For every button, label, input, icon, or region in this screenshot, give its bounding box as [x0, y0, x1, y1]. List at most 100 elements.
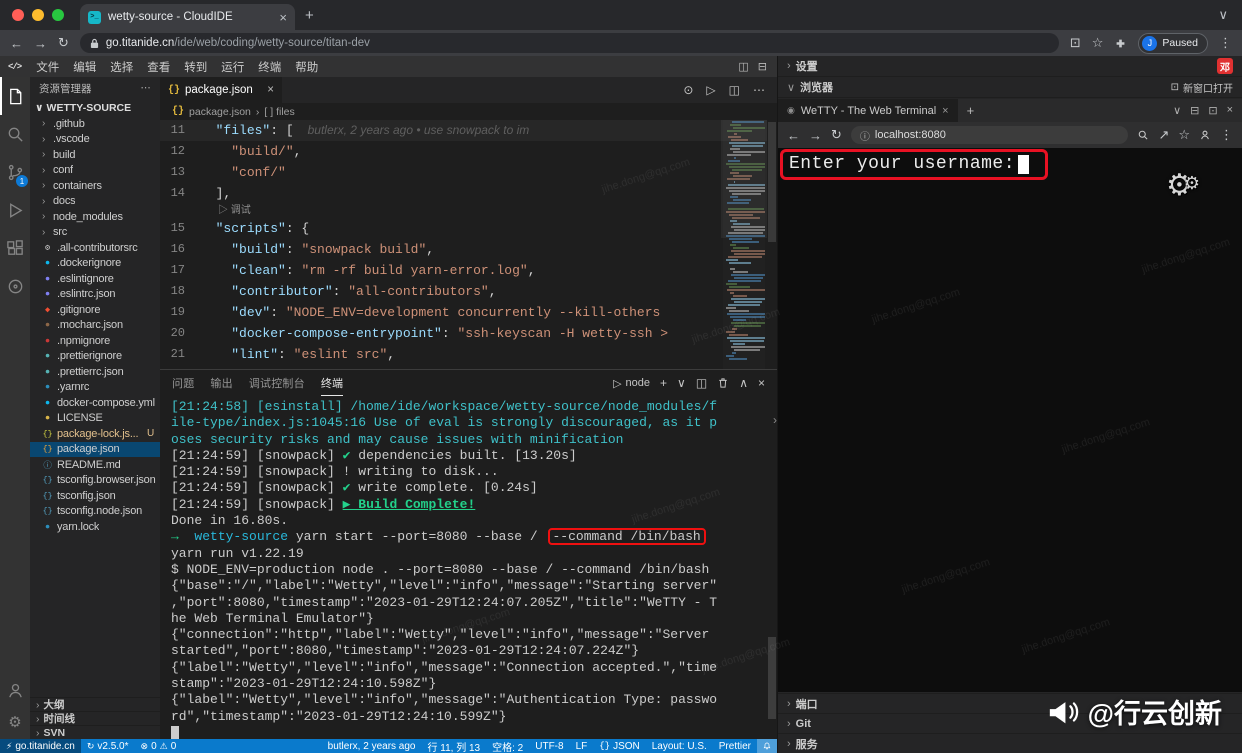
- search-icon[interactable]: [0, 115, 30, 153]
- zoom-window-button[interactable]: [52, 9, 64, 21]
- tree-folder-node_modules[interactable]: › node_modules: [30, 209, 160, 225]
- webview-menu-icon[interactable]: ⋮: [1220, 127, 1233, 143]
- new-terminal-icon[interactable]: +: [660, 376, 667, 390]
- workspace-section-header[interactable]: ∨ WETTY-SOURCE: [30, 99, 160, 116]
- tree-file-.prettierignore[interactable]: ● .prettierignore: [30, 349, 160, 365]
- minimize-window-button[interactable]: [32, 9, 44, 21]
- remote-workspace-icon[interactable]: [0, 267, 30, 305]
- version-status[interactable]: ↻ v2.5.0*: [81, 739, 135, 753]
- tree-file-tsconfig.json[interactable]: {} tsconfig.json: [30, 488, 160, 504]
- webview-reload-icon[interactable]: ↻: [831, 127, 842, 143]
- browser-menu-icon[interactable]: ⋮: [1219, 35, 1232, 51]
- reload-icon[interactable]: ↻: [58, 35, 69, 51]
- maximize-panel-icon[interactable]: ∧: [739, 376, 748, 390]
- remote-indicator[interactable]: ⚡ go.titanide.cn: [0, 739, 81, 753]
- panel-tab-调试控制台[interactable]: 调试控制台: [249, 371, 305, 396]
- tree-file-.dockerignore[interactable]: ● .dockerignore: [30, 256, 160, 272]
- formatter-status[interactable]: Prettier: [713, 739, 757, 753]
- browser-section-header[interactable]: ∨ 浏览器 ⊡ 新窗口打开: [778, 77, 1242, 98]
- cursor-position-status[interactable]: 行 11, 列 13: [421, 739, 486, 753]
- tree-file-.yarnrc[interactable]: ● .yarnrc: [30, 380, 160, 396]
- webview-dropdown-icon[interactable]: ∨: [1173, 104, 1181, 117]
- tree-folder-.github[interactable]: › .github: [30, 116, 160, 132]
- panel-tab-输出[interactable]: 输出: [210, 371, 232, 396]
- tree-file-.eslintignore[interactable]: ● .eslintignore: [30, 271, 160, 287]
- panel-tab-问题[interactable]: 问题: [172, 371, 194, 396]
- bookmark-star-icon[interactable]: ☆: [1092, 35, 1104, 51]
- webview-back-icon[interactable]: ←: [787, 128, 800, 143]
- new-tab-button[interactable]: +: [305, 7, 314, 24]
- panel-section-服务[interactable]: › 服务: [778, 733, 1242, 753]
- eol-status[interactable]: LF: [570, 739, 594, 753]
- language-status[interactable]: {} JSON: [593, 739, 645, 753]
- extensions-puzzle-icon[interactable]: [1114, 37, 1127, 50]
- editor-more-icon[interactable]: ⋯: [753, 83, 765, 97]
- run-debug-icon[interactable]: [0, 191, 30, 229]
- kill-terminal-trash-icon[interactable]: [717, 377, 729, 389]
- forward-icon[interactable]: →: [34, 36, 47, 51]
- save-page-icon[interactable]: ⊡: [1070, 35, 1081, 51]
- tree-file-LICENSE[interactable]: ● LICENSE: [30, 411, 160, 427]
- tree-file-.all-contributorsrc[interactable]: ⚙ .all-contributorsrc: [30, 240, 160, 256]
- editor-tab-package-json[interactable]: {} package.json ×: [160, 77, 282, 103]
- menu-item-文件[interactable]: 文件: [29, 59, 66, 75]
- tree-file-.gitignore[interactable]: ◆ .gitignore: [30, 302, 160, 318]
- problems-status[interactable]: ⊗ 0 ⚠ 0: [135, 739, 183, 753]
- sidebar-section-SVN[interactable]: › SVN: [30, 725, 160, 739]
- menu-item-查看[interactable]: 查看: [140, 59, 177, 75]
- webview-share-icon[interactable]: ↗: [1158, 127, 1169, 143]
- tree-file-.prettierrc.json[interactable]: ● .prettierrc.json: [30, 364, 160, 380]
- layout-status[interactable]: Layout: U.S.: [646, 739, 713, 753]
- notifications-bell[interactable]: [757, 739, 777, 753]
- tree-file-package.json[interactable]: {} package.json: [30, 441, 160, 457]
- menu-item-选择[interactable]: 选择: [103, 59, 140, 75]
- webview-zoom-icon[interactable]: [1137, 129, 1149, 141]
- explorer-more-icon[interactable]: ⋯: [141, 82, 152, 94]
- panel-tab-终端[interactable]: 终端: [320, 371, 344, 396]
- tree-file-.eslintrc.json[interactable]: ● .eslintrc.json: [30, 287, 160, 303]
- open-new-window-button[interactable]: ⊡ 新窗口打开: [1171, 80, 1233, 95]
- menu-item-运行[interactable]: 运行: [214, 59, 251, 75]
- run-file-icon[interactable]: ▷: [706, 83, 715, 97]
- close-window-button[interactable]: [12, 9, 24, 21]
- code-area[interactable]: 11 "files": [butlerx, 2 years ago • use …: [160, 120, 767, 369]
- editor-scrollbar[interactable]: [767, 120, 777, 369]
- encoding-status[interactable]: UTF-8: [529, 739, 569, 753]
- accounts-icon[interactable]: [0, 671, 30, 709]
- tree-folder-.vscode[interactable]: › .vscode: [30, 132, 160, 148]
- webview-address-bar[interactable]: ⓘ localhost:8080: [850, 126, 1129, 144]
- launch-profile-button[interactable]: ▷ node: [613, 377, 650, 390]
- breadcrumb[interactable]: {} package.json › [ ] files: [160, 103, 777, 120]
- minimap[interactable]: [723, 120, 765, 369]
- tree-folder-build[interactable]: › build: [30, 147, 160, 163]
- tree-file-yarn.lock[interactable]: ● yarn.lock: [30, 519, 160, 535]
- layout-panel-icon[interactable]: ◫: [738, 60, 748, 73]
- indentation-status[interactable]: 空格: 2: [486, 739, 529, 753]
- tree-file-package-lock.js...[interactable]: {} package-lock.js... U: [30, 426, 160, 442]
- webview-new-tab-icon[interactable]: +: [967, 103, 975, 118]
- webview-close-icon[interactable]: ×: [1227, 104, 1233, 117]
- back-icon[interactable]: ←: [10, 36, 23, 51]
- sidebar-section-时间线[interactable]: › 时间线: [30, 711, 160, 725]
- close-panel-icon[interactable]: ×: [758, 376, 765, 390]
- terminal-scrollbar-thumb[interactable]: [768, 637, 776, 719]
- tab-search-icon[interactable]: ∨: [1218, 7, 1228, 23]
- terminal[interactable]: [21:24:58] [esinstall] /home/ide/workspa…: [160, 396, 767, 739]
- browser-tab[interactable]: >_ wetty-source - CloudIDE ×: [80, 4, 295, 30]
- menu-item-转到[interactable]: 转到: [177, 59, 214, 75]
- webview-forward-icon[interactable]: →: [809, 128, 822, 143]
- close-webview-tab-icon[interactable]: ×: [942, 105, 948, 117]
- profile-button[interactable]: J Paused: [1138, 32, 1208, 54]
- split-editor-icon[interactable]: ◫: [729, 83, 740, 97]
- split-terminal-icon[interactable]: ◫: [696, 376, 707, 390]
- codelens-debug[interactable]: ▷ 调试: [160, 204, 767, 218]
- tree-folder-conf[interactable]: › conf: [30, 163, 160, 179]
- menu-item-终端[interactable]: 终端: [251, 59, 288, 75]
- blame-status[interactable]: butlerx, 2 years ago: [322, 739, 422, 753]
- user-badge[interactable]: 邓: [1217, 58, 1233, 74]
- extensions-icon[interactable]: [0, 229, 30, 267]
- open-changes-icon[interactable]: ⊙: [683, 83, 693, 97]
- tree-file-README.md[interactable]: ⓘ README.md: [30, 457, 160, 473]
- webview-tab[interactable]: ◉ WeTTY - The Web Terminal ×: [778, 99, 958, 122]
- sidebar-section-大纲[interactable]: › 大纲: [30, 697, 160, 711]
